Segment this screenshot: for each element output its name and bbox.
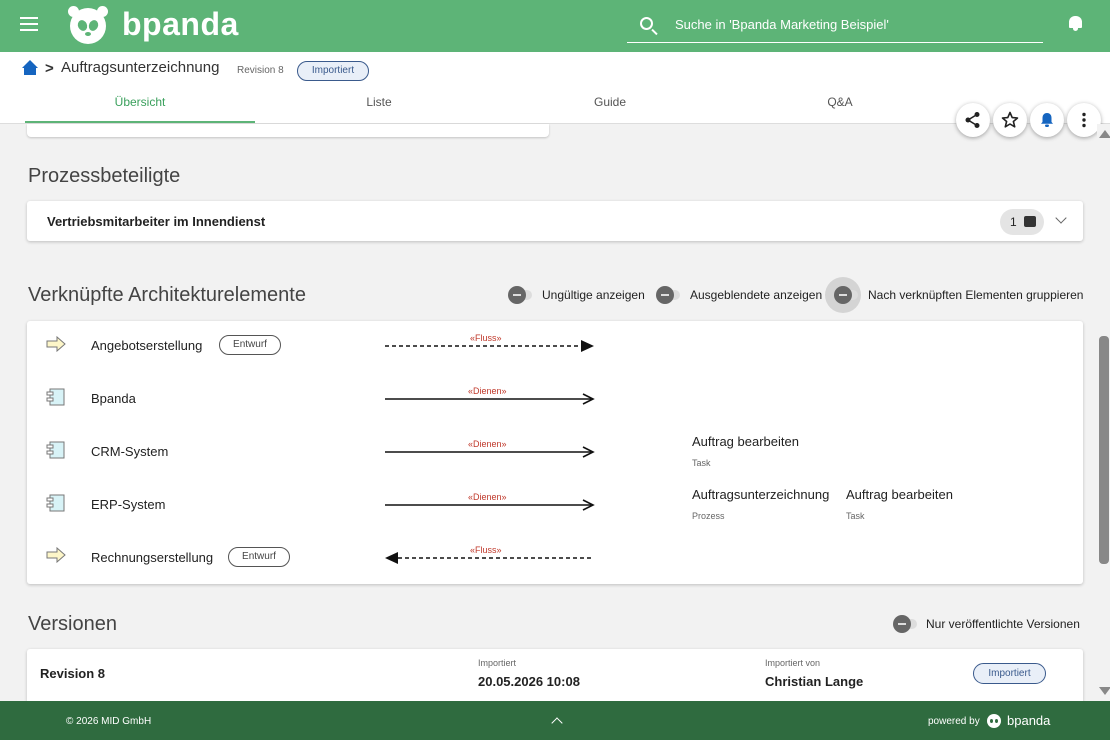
target-element-name[interactable]: Auftrag bearbeiten <box>692 434 799 449</box>
target-element-type: Task <box>692 458 711 468</box>
search-placeholder[interactable]: Suche in 'Bpanda Marketing Beispiel' <box>675 17 889 32</box>
toggle-knob[interactable] <box>893 615 911 633</box>
participant-count-chip[interactable]: 1 <box>1000 209 1044 235</box>
flow-arrow-icon <box>46 547 66 563</box>
subscribe-button[interactable] <box>1030 103 1064 137</box>
target-element-type: Task <box>846 511 865 521</box>
draft-badge: Entwurf <box>228 547 290 567</box>
element-row[interactable]: Angebotserstellung Entwurf «Fluss» <box>27 331 1083 361</box>
notification-bell-icon[interactable] <box>1068 16 1083 31</box>
versions-title: Versionen <box>28 613 117 635</box>
component-icon <box>46 494 65 512</box>
toggle-knob[interactable] <box>656 286 674 304</box>
home-icon[interactable] <box>22 60 38 76</box>
chevron-up-icon[interactable] <box>551 717 563 729</box>
element-row[interactable]: Rechnungserstellung Entwurf «Fluss» <box>27 543 1083 573</box>
scrollbar-thumb[interactable] <box>1099 336 1109 564</box>
menu-icon[interactable] <box>20 17 38 31</box>
share-button[interactable] <box>956 103 990 137</box>
element-name[interactable]: CRM-System <box>91 444 168 459</box>
chevron-down-icon[interactable] <box>1055 212 1067 224</box>
version-row[interactable]: Revision 8 Importiert 20.05.2026 10:08 I… <box>27 649 1083 701</box>
architecture-title: Verknüpfte Architekturelemente <box>28 284 306 306</box>
brand-name[interactable]: bpanda <box>122 6 239 43</box>
relation-arrow <box>385 393 595 405</box>
version-author: Christian Lange <box>765 674 864 689</box>
toggle-group-label: Nach verknüpften Elementen gruppieren <box>868 288 1084 302</box>
previous-card <box>27 124 549 137</box>
toggle-invalid-label: Ungültige anzeigen <box>542 288 645 302</box>
status-badge: Importiert <box>297 61 369 81</box>
draft-badge: Entwurf <box>219 335 281 355</box>
element-row[interactable]: ERP-System «Dienen» Auftragsunterzeichnu… <box>27 487 1083 521</box>
architecture-panel: Angebotserstellung Entwurf «Fluss» Bpand… <box>27 321 1083 584</box>
toggle-hidden-label: Ausgeblendete anzeigen <box>690 288 823 302</box>
footer-brand[interactable]: bpanda <box>1007 713 1050 728</box>
tab-qa[interactable]: Q&A <box>725 95 955 123</box>
tab-uebersicht[interactable]: Übersicht <box>25 95 255 123</box>
participant-role: Vertriebsmitarbeiter im Innendienst <box>47 214 266 229</box>
copyright: © 2026 MID GmbH <box>66 716 152 727</box>
version-revision: Revision 8 <box>40 666 106 681</box>
scroll-down-arrow-icon[interactable] <box>1099 687 1110 695</box>
toggle-knob[interactable] <box>508 286 526 304</box>
search-icon <box>640 17 653 30</box>
star-icon <box>1001 111 1019 128</box>
version-state-label: Importiert <box>478 658 517 668</box>
element-name[interactable]: ERP-System <box>91 497 165 512</box>
target-element-type: Prozess <box>692 511 725 521</box>
component-icon <box>46 388 65 406</box>
favorite-button[interactable] <box>993 103 1027 137</box>
element-name[interactable]: Bpanda <box>91 391 136 406</box>
element-row[interactable]: CRM-System «Dienen» Auftrag bearbeiten T… <box>27 434 1083 468</box>
element-name[interactable]: Angebotserstellung <box>91 338 202 353</box>
participant-row[interactable]: Vertriebsmitarbeiter im Innendienst 1 <box>27 201 1083 241</box>
more-vert-icon <box>1082 112 1086 128</box>
participants-title: Prozessbeteiligte <box>28 165 181 187</box>
more-options-button[interactable] <box>1067 103 1101 137</box>
top-app-bar: bpanda Suche in 'Bpanda Marketing Beispi… <box>0 0 1110 52</box>
breadcrumb-separator: > <box>45 60 54 77</box>
bell-icon <box>1041 113 1053 127</box>
relation-arrow <box>385 552 594 564</box>
target-element-name[interactable]: Auftrag bearbeiten <box>846 487 953 502</box>
page-header: > Auftragsunterzeichnung Revision 8 Impo… <box>0 52 1110 124</box>
component-icon <box>46 441 65 459</box>
search-field[interactable]: Suche in 'Bpanda Marketing Beispiel' <box>627 8 1043 43</box>
toggle-knob[interactable] <box>834 286 852 304</box>
relation-arrow <box>385 499 595 511</box>
version-status-badge: Importiert <box>973 663 1046 684</box>
tab-liste[interactable]: Liste <box>264 95 494 123</box>
tab-guide[interactable]: Guide <box>495 95 725 123</box>
version-date: 20.05.2026 10:08 <box>478 674 580 689</box>
footer: © 2026 MID GmbH powered by bpanda <box>0 701 1110 740</box>
scroll-up-arrow-icon[interactable] <box>1099 130 1110 138</box>
toggle-published-label: Nur veröffentlichte Versionen <box>926 617 1080 631</box>
contact-card-icon <box>1024 216 1036 227</box>
participant-count: 1 <box>1010 215 1017 229</box>
panda-logo-icon <box>987 714 1001 728</box>
relation-arrow <box>385 446 595 458</box>
page-title: Auftragsunterzeichnung <box>61 59 220 76</box>
version-author-label: Importiert von <box>765 658 821 668</box>
share-icon <box>965 112 980 128</box>
panda-logo-icon[interactable] <box>68 6 108 44</box>
element-name[interactable]: Rechnungserstellung <box>91 550 213 565</box>
target-element-name[interactable]: Auftragsunterzeichnung <box>692 487 829 502</box>
flow-arrow-icon <box>46 336 66 352</box>
relation-arrow <box>385 340 594 352</box>
element-row[interactable]: Bpanda «Dienen» <box>27 384 1083 414</box>
revision-label: Revision 8 <box>237 65 284 76</box>
powered-by-label: powered by <box>928 716 980 727</box>
